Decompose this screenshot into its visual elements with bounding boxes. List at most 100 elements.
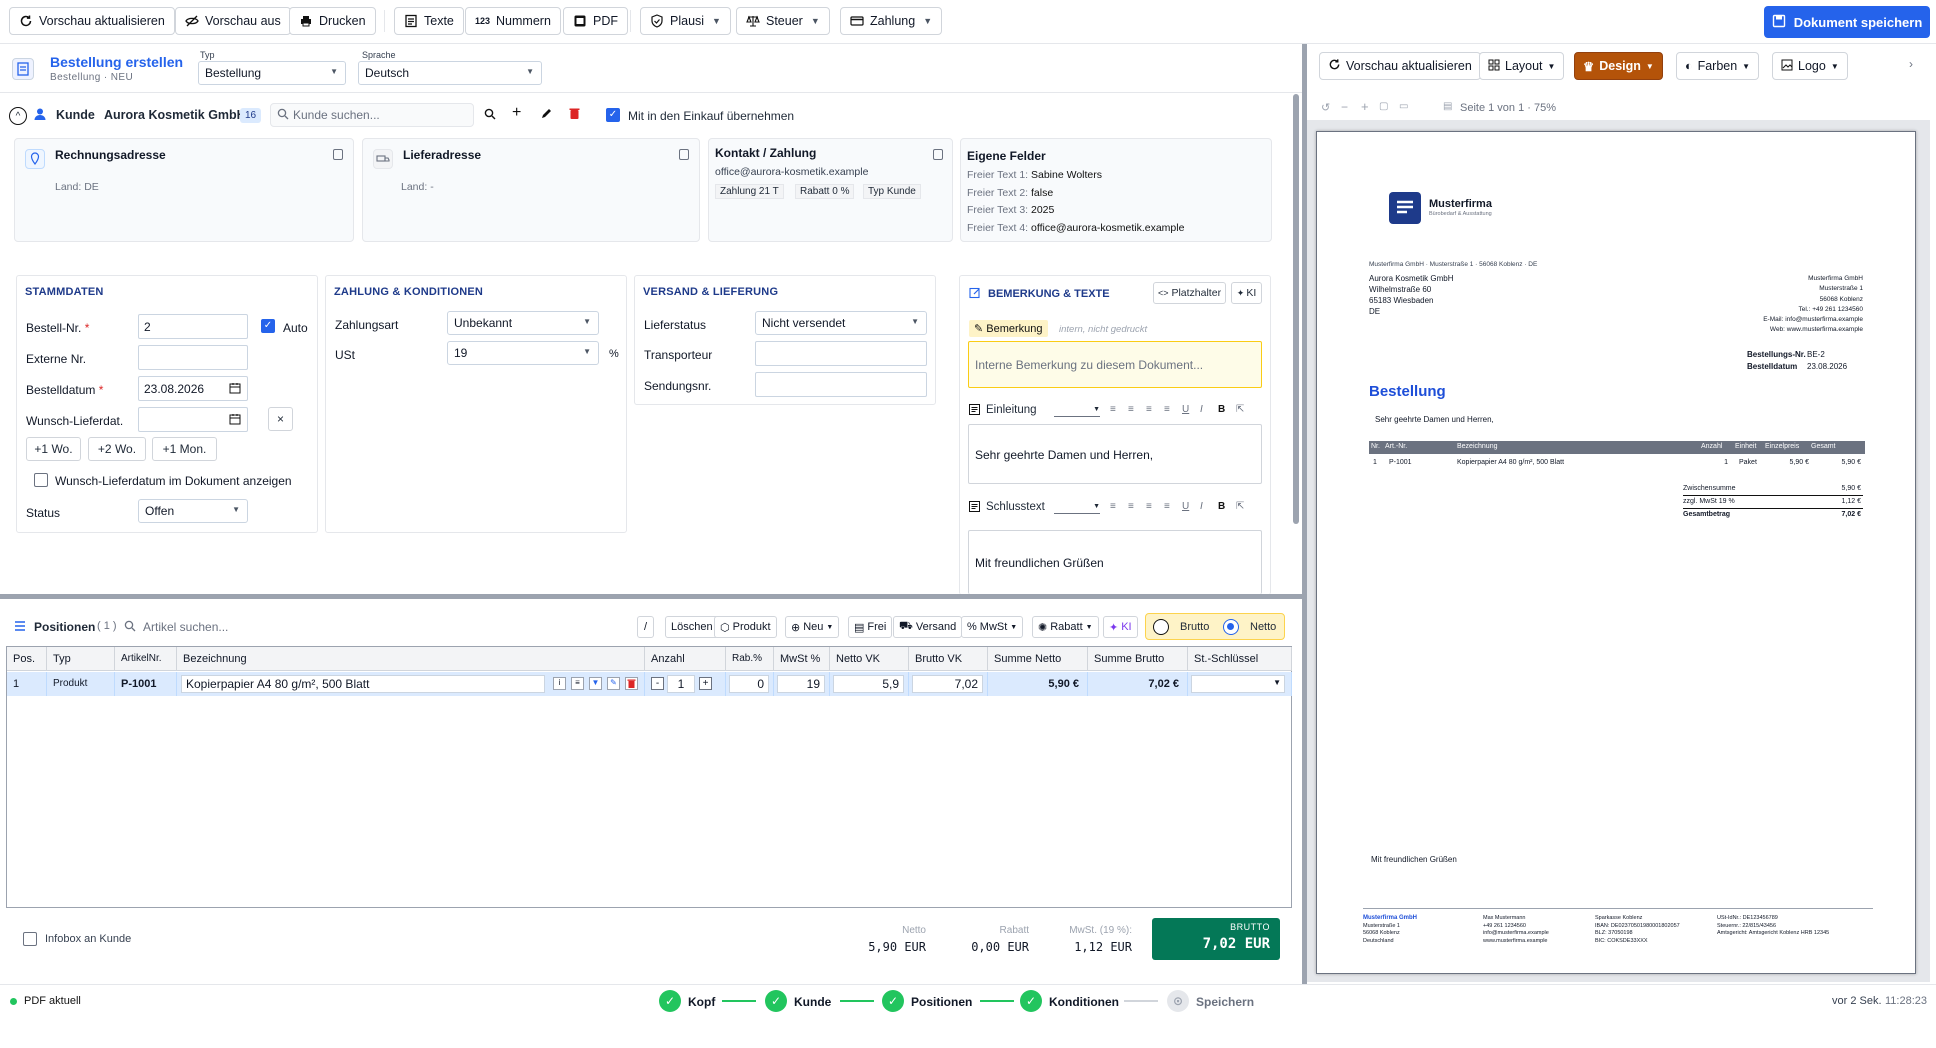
colors-button[interactable]: ◐ Farben ▼ [1676, 52, 1760, 80]
step-done-icon[interactable]: ✓ [765, 990, 787, 1012]
free-position-button[interactable]: ▤ Frei [848, 616, 893, 638]
filter-icon[interactable]: ▼ [589, 677, 602, 690]
article-search-input[interactable]: Artikel suchen... [143, 620, 543, 634]
editor-scrollbar[interactable] [1293, 94, 1299, 524]
column-header[interactable]: Summe Netto [988, 647, 1088, 671]
copy-icon[interactable] [933, 149, 943, 160]
undo-icon[interactable]: ↺ [1321, 101, 1330, 114]
info-icon[interactable]: i [553, 677, 566, 690]
step-pending-icon[interactable]: ⊙ [1167, 990, 1189, 1012]
align-center-icon[interactable]: ≡ [1128, 404, 1134, 415]
plus-2-weeks-button[interactable]: +2 Wo. [88, 437, 146, 461]
infobox-checkbox[interactable] [23, 932, 37, 946]
quantity-input[interactable]: 1 [667, 675, 695, 693]
logo-button[interactable]: Logo ▼ [1772, 52, 1848, 80]
copy-icon[interactable] [333, 149, 343, 160]
shipping-position-button[interactable]: ⛟ Versand [893, 616, 963, 638]
column-header[interactable]: Bezeichnung [177, 647, 645, 671]
bold-icon[interactable]: B [1218, 501, 1225, 512]
step-done-icon[interactable]: ✓ [882, 990, 904, 1012]
carrier-input[interactable] [755, 341, 927, 366]
external-link-icon[interactable]: ⇱ [1236, 501, 1244, 512]
billing-address-card[interactable]: Rechnungsadresse Land: DE [14, 138, 354, 242]
external-no-input[interactable] [138, 345, 248, 370]
plus-1-week-button[interactable]: +1 Wo. [26, 437, 81, 461]
customer-search-input[interactable]: Kunde suchen... [270, 103, 474, 127]
payment-button[interactable]: Zahlung ▼ [840, 7, 943, 35]
step-head[interactable]: Kopf [688, 995, 715, 1009]
layout-button[interactable]: Layout ▼ [1479, 52, 1565, 80]
zoom-out-icon[interactable]: − [1341, 100, 1348, 114]
pdf-button[interactable]: PDF [563, 7, 628, 35]
column-header[interactable]: Summe Brutto [1088, 647, 1188, 671]
fit-width-icon[interactable]: ▭ [1399, 101, 1408, 112]
brutto-radio[interactable] [1153, 619, 1169, 635]
justify-icon[interactable]: ≡ [1164, 501, 1170, 512]
collapse-icon[interactable]: ^ [9, 107, 27, 125]
new-position-button[interactable]: ⊕ Neu ▼ [785, 616, 840, 638]
decrement-button[interactable]: - [651, 677, 664, 690]
column-header[interactable]: St.-Schlüssel [1188, 647, 1292, 671]
step-conditions[interactable]: Konditionen [1049, 995, 1119, 1009]
closing-textarea[interactable]: Mit freundlichen Grüßen [968, 530, 1262, 594]
column-header[interactable]: Rab.% [726, 647, 774, 671]
vat-input[interactable]: 19 [777, 675, 825, 693]
list-icon[interactable]: ≡ [571, 677, 584, 690]
clear-date-button[interactable]: × [268, 407, 293, 431]
increment-button[interactable]: + [699, 677, 712, 690]
print-button[interactable]: Drucken [289, 7, 376, 35]
refresh-preview-button[interactable]: Vorschau aktualisieren [9, 7, 175, 35]
closing-template-select[interactable]: ▼ [1054, 503, 1100, 514]
step-customer[interactable]: Kunde [794, 995, 831, 1009]
add-icon[interactable]: + [512, 104, 521, 122]
description-input[interactable]: Kopierpapier A4 80 g/m², 500 Blatt [181, 675, 545, 693]
align-left-icon[interactable]: ≡ [1110, 404, 1116, 415]
align-left-icon[interactable]: ≡ [1110, 501, 1116, 512]
texts-button[interactable]: Texte [394, 7, 464, 35]
net-price-input[interactable]: 5,9 [833, 675, 904, 693]
vat-position-button[interactable]: % MwSt ▼ [961, 616, 1024, 638]
placeholder-button[interactable]: <> Platzhalter [1153, 282, 1226, 304]
delete-position-button[interactable]: Löschen [665, 616, 719, 638]
intro-textarea[interactable]: Sehr geehrte Damen und Herren, [968, 424, 1262, 484]
column-header[interactable]: Typ [47, 647, 115, 671]
purchase-checkbox[interactable]: ✓ [606, 108, 620, 122]
shipping-address-card[interactable]: Lieferadresse Land: - [362, 138, 700, 242]
language-select[interactable]: Deutsch ▼ [358, 61, 542, 85]
copy-icon[interactable] [679, 149, 689, 160]
discount-position-button[interactable]: ✺ Rabatt ▼ [1032, 616, 1099, 638]
preview-off-button[interactable]: Vorschau aus [175, 7, 291, 35]
order-date-input[interactable]: 23.08.2026 [138, 376, 248, 401]
show-wish-date-checkbox[interactable] [34, 473, 48, 487]
payment-type-select[interactable]: Unbekannt ▼ [447, 311, 599, 335]
delete-icon[interactable] [569, 107, 580, 123]
align-right-icon[interactable]: ≡ [1146, 404, 1152, 415]
column-header[interactable]: Anzahl [645, 647, 726, 671]
internal-remark-textarea[interactable]: Interne Bemerkung zu diesem Dokument... [968, 341, 1262, 388]
step-save[interactable]: Speichern [1196, 995, 1254, 1009]
status-select[interactable]: Offen ▼ [138, 499, 248, 523]
edit-icon[interactable]: ✎ [607, 677, 620, 690]
search-icon[interactable] [484, 108, 496, 123]
align-center-icon[interactable]: ≡ [1128, 501, 1134, 512]
column-header[interactable]: ArtikelNr. [115, 647, 177, 671]
wish-date-input[interactable] [138, 407, 248, 432]
column-header[interactable]: Pos. [7, 647, 47, 671]
discount-input[interactable]: 0 [729, 675, 769, 693]
bold-icon[interactable]: B [1218, 404, 1225, 415]
italic-icon[interactable]: I [1200, 501, 1203, 512]
fit-page-icon[interactable]: ▢ [1379, 101, 1388, 112]
underline-icon[interactable]: U [1182, 404, 1189, 415]
add-product-button[interactable]: ⬡ Produkt [714, 616, 777, 638]
netto-radio[interactable] [1223, 619, 1239, 635]
step-positions[interactable]: Positionen [911, 995, 972, 1009]
column-header[interactable]: MwSt % [774, 647, 830, 671]
horizontal-splitter[interactable] [0, 594, 1302, 599]
column-header[interactable]: Netto VK [830, 647, 909, 671]
save-document-button[interactable]: Dokument speichern [1764, 6, 1930, 38]
order-no-input[interactable]: 2 [138, 314, 248, 339]
tracking-input[interactable] [755, 372, 927, 397]
edit-icon[interactable] [540, 108, 552, 123]
auto-checkbox[interactable]: ✓ [261, 319, 275, 333]
delivery-status-select[interactable]: Nicht versendet ▼ [755, 311, 927, 335]
